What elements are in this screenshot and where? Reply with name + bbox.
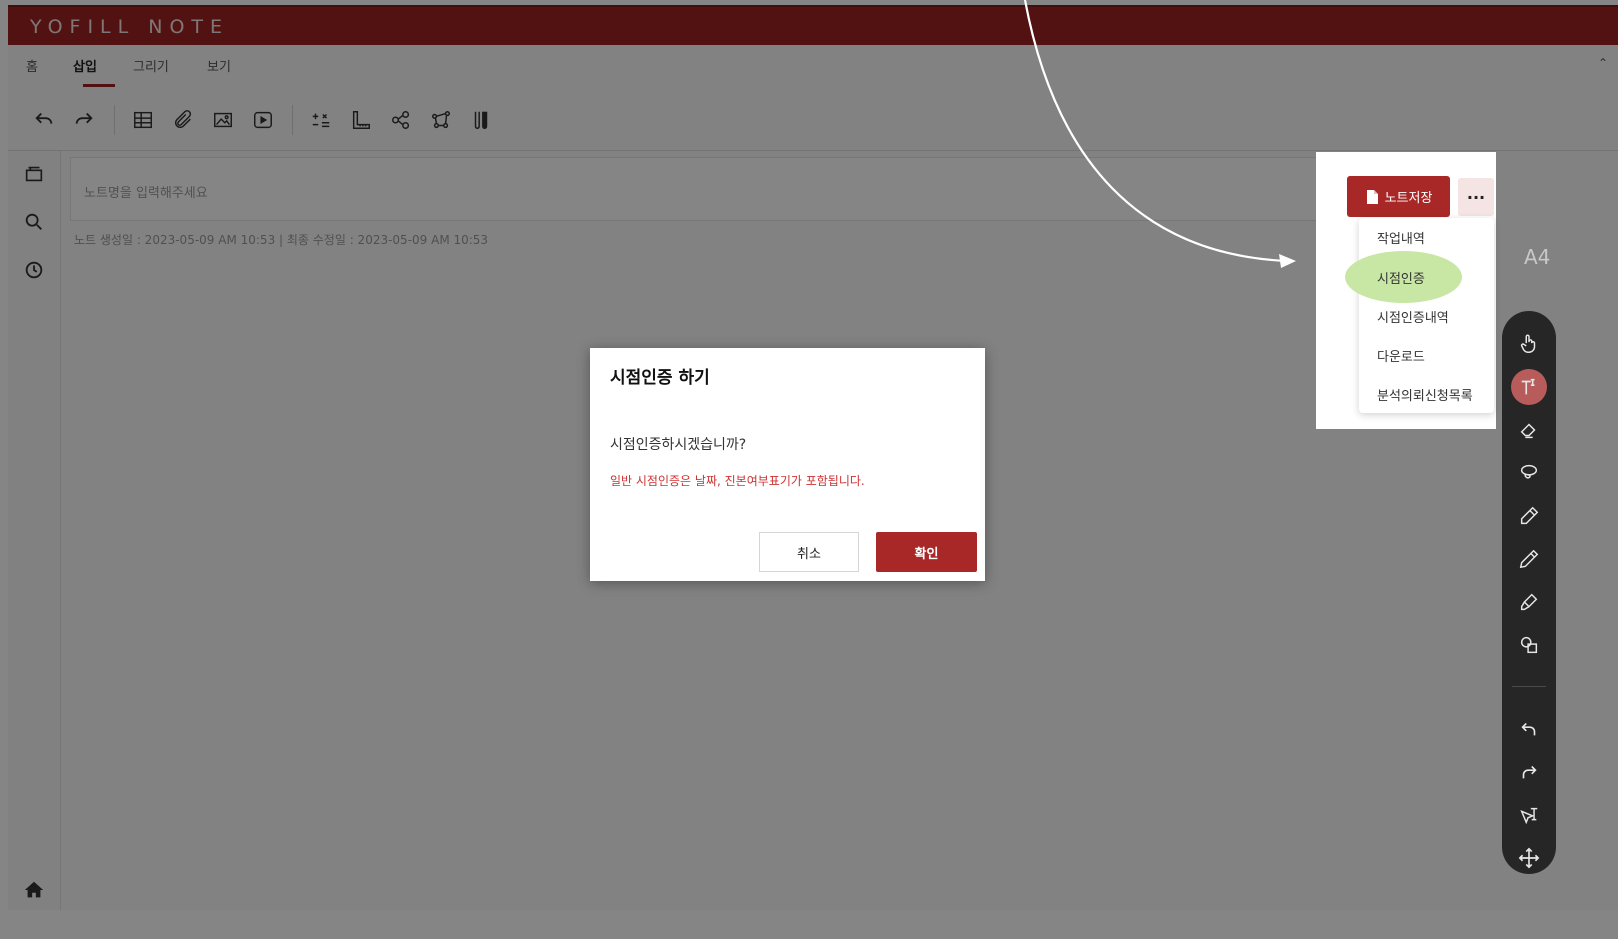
drawing-undo-icon[interactable] xyxy=(1518,718,1540,740)
highlighter-icon[interactable] xyxy=(1518,591,1540,613)
dialog-title: 시점인증 하기 xyxy=(610,368,710,388)
menu-highlight-marker xyxy=(1345,251,1462,303)
file-icon xyxy=(1366,189,1378,204)
dialog-question: 시점인증하시겠습니까? xyxy=(610,437,747,453)
drawing-toolbar-divider xyxy=(1512,686,1546,687)
page-size-label: A4 xyxy=(1524,245,1551,269)
move-icon[interactable] xyxy=(1518,847,1540,869)
more-menu: 작업내역 xyxy=(1359,218,1494,413)
shapes-icon[interactable] xyxy=(1518,634,1540,656)
cancel-button[interactable]: 취소 xyxy=(759,532,859,572)
save-note-label: 노트저장 xyxy=(1384,191,1433,206)
dialog-note: 일반 시점인증은 날짜, 진본여부표기가 포함됩니다. xyxy=(610,474,865,488)
menu-item-work-history[interactable]: 작업내역 xyxy=(1377,228,1425,247)
text-tool-icon[interactable] xyxy=(1518,376,1540,398)
eraser-icon[interactable] xyxy=(1518,419,1540,441)
pen-icon[interactable] xyxy=(1518,505,1540,527)
hand-icon[interactable] xyxy=(1518,333,1540,355)
drawing-toolbar xyxy=(1502,311,1556,874)
more-options-button[interactable]: ··· xyxy=(1458,178,1494,216)
lasso-icon[interactable] xyxy=(1518,462,1540,484)
drawing-redo-icon[interactable] xyxy=(1518,761,1540,783)
pencil-icon[interactable] xyxy=(1518,548,1540,570)
select-text-icon[interactable] xyxy=(1518,804,1540,826)
confirm-button[interactable]: 확인 xyxy=(876,532,977,572)
save-note-button[interactable]: 노트저장 xyxy=(1347,176,1450,217)
timestamp-dialog: 시점인증 하기 시점인증하시겠습니까? 일반 시점인증은 날짜, 진본여부표기가… xyxy=(590,348,985,581)
